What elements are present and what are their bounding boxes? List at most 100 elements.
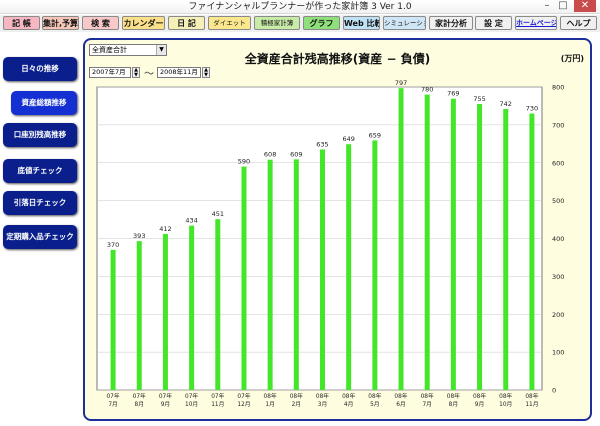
chart-panel: 全資産合計 ▼ 2007年7月 ▲ ▼ ～ 2008年11月 ▲ ▼ 全資産合計残高… — [83, 38, 592, 421]
toolbar-button-7[interactable]: グラフ — [303, 16, 340, 30]
x-tick-label: 9月 — [475, 401, 485, 408]
maximize-button[interactable]: □ — [556, 0, 570, 12]
x-tick-label: 10月 — [499, 401, 512, 408]
x-tick-label: 08年 — [342, 392, 355, 400]
x-tick-label: 7月 — [422, 401, 432, 408]
bar — [346, 144, 352, 390]
x-tick-label: 5月 — [370, 401, 380, 408]
bar-value-label: 609 — [290, 150, 302, 158]
x-tick-label: 07年 — [159, 392, 172, 400]
y-tick-label: 700 — [552, 121, 564, 129]
bar-value-label: 742 — [500, 100, 512, 108]
bar — [267, 159, 273, 390]
sidebar-item-5[interactable]: 定期購入品チェック — [3, 225, 77, 249]
x-tick-label: 07年 — [106, 392, 119, 400]
bar-value-label: 780 — [421, 86, 433, 94]
x-tick-label: 7月 — [108, 401, 118, 408]
bar — [424, 94, 430, 390]
x-tick-label: 4月 — [344, 401, 354, 408]
toolbar-button-2[interactable]: 検 索 — [82, 16, 119, 30]
x-tick-label: 07年 — [185, 392, 198, 400]
x-tick-label: 07年 — [237, 392, 250, 400]
bar — [529, 113, 535, 390]
bar — [215, 219, 221, 390]
balance-bar-chart: 010020030040050060070080037007年7月39307年8… — [96, 79, 564, 408]
bar-value-label: 755 — [473, 95, 485, 103]
bar-value-label: 393 — [133, 232, 145, 240]
bar — [136, 241, 142, 390]
x-tick-label: 08年 — [394, 392, 407, 400]
toolbar-button-1[interactable]: 集計,予算 — [42, 16, 79, 30]
toolbar-button-5[interactable]: ダイエット — [208, 16, 251, 30]
toolbar-button-11[interactable]: 設 定 — [475, 16, 512, 30]
bar-value-label: 434 — [185, 217, 197, 225]
toolbar-button-8[interactable]: Web 比較 — [343, 16, 380, 30]
sidebar-item-3[interactable]: 底値チェック — [3, 159, 77, 183]
bar — [189, 225, 195, 390]
minimize-button[interactable]: – — [540, 0, 554, 12]
x-tick-label: 12月 — [237, 401, 250, 408]
x-tick-label: 11月 — [525, 401, 538, 408]
window-titlebar: ファイナンシャルプランナーが作った家計簿 3 Ver 1.0 – □ ✕ — [0, 0, 600, 14]
bar — [162, 233, 168, 390]
x-tick-label: 08年 — [447, 392, 460, 400]
x-tick-label: 08年 — [473, 392, 486, 400]
bar-value-label: 649 — [342, 135, 354, 143]
sidebar-item-2[interactable]: 口座別残高推移 — [3, 123, 77, 147]
bar-value-label: 370 — [107, 241, 119, 249]
bar-value-label: 730 — [526, 105, 538, 113]
bar-value-label: 608 — [264, 151, 276, 159]
y-tick-label: 800 — [552, 84, 564, 92]
toolbar-button-9[interactable]: シミュレーション — [383, 16, 426, 30]
window-title: ファイナンシャルプランナーが作った家計簿 3 Ver 1.0 — [188, 2, 412, 12]
sidebar-item-0[interactable]: 日々の推移 — [3, 57, 77, 81]
bar — [293, 159, 299, 390]
bar — [450, 98, 456, 391]
toolbar-button-10[interactable]: 家計分析 — [429, 16, 473, 30]
x-tick-label: 08年 — [316, 392, 329, 400]
bar-value-label: 659 — [369, 131, 381, 139]
x-tick-label: 1月 — [265, 401, 275, 408]
bar — [372, 140, 378, 390]
x-tick-label: 8月 — [449, 401, 459, 408]
x-tick-label: 08年 — [499, 392, 512, 400]
x-tick-label: 3月 — [318, 401, 328, 408]
toolbar-button-4[interactable]: 日 記 — [168, 16, 205, 30]
x-tick-label: 08年 — [525, 392, 538, 400]
toolbar-button-12[interactable]: ホームページ — [515, 16, 557, 30]
graph-sidebar: 日々の推移資産総額推移口座別残高推移 底値チェック 引落日チェック 定期購入品チェック — [0, 32, 82, 426]
bar — [110, 249, 116, 390]
x-tick-label: 07年 — [211, 392, 224, 400]
bar-value-label: 590 — [238, 158, 250, 166]
x-tick-label: 08年 — [421, 392, 434, 400]
bar — [398, 88, 404, 391]
sidebar-item-4[interactable]: 引落日チェック — [3, 191, 77, 215]
close-button[interactable]: ✕ — [574, 0, 596, 12]
bar — [241, 166, 247, 390]
bar — [477, 104, 483, 390]
x-tick-label: 11月 — [211, 401, 224, 408]
main-toolbar: 記 帳集計,予算検 索カレンダー日 記ダイエット 積極家計簿 グラフ Web 比較 シミ… — [0, 15, 600, 32]
x-tick-label: 9月 — [161, 401, 171, 408]
toolbar-button-6[interactable]: 積極家計簿 — [254, 16, 300, 30]
x-tick-label: 08年 — [368, 392, 381, 400]
y-tick-label: 100 — [552, 349, 564, 357]
y-tick-label: 400 — [552, 235, 564, 243]
bar-value-label: 797 — [395, 79, 407, 87]
y-tick-label: 600 — [552, 159, 564, 167]
x-tick-label: 8月 — [135, 401, 145, 408]
toolbar-button-13[interactable]: ヘルプ — [560, 16, 597, 30]
toolbar-button-0[interactable]: 記 帳 — [3, 16, 40, 30]
x-tick-label: 6月 — [396, 401, 406, 408]
sidebar-item-1[interactable]: 資産総額推移 — [11, 91, 77, 115]
bar-value-label: 635 — [316, 140, 328, 148]
y-tick-label: 200 — [552, 311, 564, 319]
x-tick-label: 2月 — [292, 401, 302, 408]
bar-value-label: 769 — [447, 90, 459, 98]
toolbar-button-3[interactable]: カレンダー — [122, 16, 165, 30]
x-tick-label: 07年 — [133, 392, 146, 400]
bar — [320, 149, 325, 390]
x-tick-label: 08年 — [290, 392, 303, 400]
bar — [503, 108, 509, 390]
y-tick-label: 300 — [552, 273, 564, 281]
